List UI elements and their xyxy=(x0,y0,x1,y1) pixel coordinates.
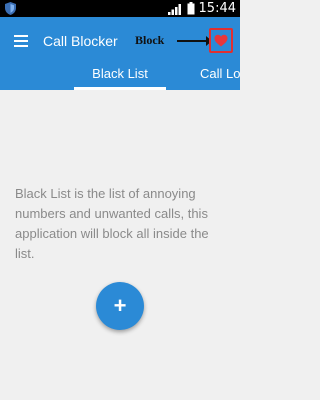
block-button[interactable] xyxy=(209,28,233,53)
status-bar: 15:44 xyxy=(0,0,240,17)
status-time: 15:44 xyxy=(198,1,236,16)
signal-icon xyxy=(167,3,181,15)
add-number-button[interactable]: + xyxy=(96,282,144,330)
battery-icon xyxy=(187,2,195,15)
annotation-label: Block xyxy=(135,33,165,47)
hamburger-icon[interactable] xyxy=(14,35,28,47)
heart-icon xyxy=(214,34,228,46)
app-title: Call Blocker xyxy=(43,33,118,49)
tab-call-log[interactable]: Call Lo xyxy=(200,66,260,90)
plus-icon: + xyxy=(113,293,127,318)
empty-list-message: Black List is the list of annoying numbe… xyxy=(15,186,209,261)
shield-icon xyxy=(5,2,16,15)
tab-indicator xyxy=(74,87,166,90)
status-right: 15:44 xyxy=(167,0,236,17)
annotation-arrow-icon xyxy=(177,36,212,46)
